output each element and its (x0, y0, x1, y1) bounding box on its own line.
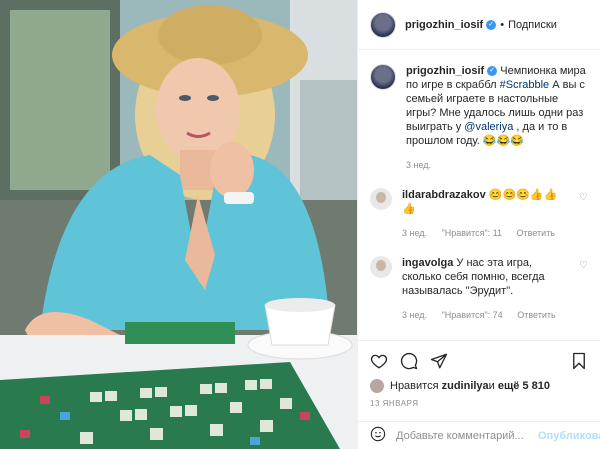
comment-likes[interactable]: "Нравится": 74 (442, 310, 503, 320)
likes-middle: и (488, 380, 495, 392)
hashtag-link[interactable]: #Scrabble (500, 79, 550, 91)
post-panel: prigozhin_iosif ✓ • Подписки prigozhin_i… (357, 0, 600, 449)
post-actions: Нравится zudinilya и ещё 5 810 13 января (358, 340, 600, 408)
bookmark-icon[interactable] (570, 352, 588, 370)
commenter-avatar[interactable] (370, 256, 392, 278)
share-icon[interactable] (430, 352, 448, 370)
liker-username[interactable]: zudinilya (442, 380, 489, 392)
likes-summary: Нравится zudinilya и ещё 5 810 (370, 379, 588, 393)
likes-prefix: Нравится (390, 380, 439, 392)
following-button[interactable]: Подписки (508, 19, 557, 31)
comment-input[interactable] (396, 429, 538, 442)
add-comment-bar: Опубликовать (358, 421, 600, 449)
heart-icon[interactable] (370, 352, 388, 370)
author-avatar[interactable] (370, 11, 396, 38)
likes-count-link[interactable]: ещё 5 810 (498, 380, 550, 392)
commenter-avatar[interactable] (370, 188, 392, 210)
comment-like-heart-icon[interactable]: ♡ (579, 192, 588, 203)
commenter-username[interactable]: ildarabdrazakov (402, 189, 486, 201)
post-header: prigozhin_iosif ✓ • Подписки (358, 0, 600, 50)
emoji-icon[interactable] (370, 426, 386, 445)
reply-button[interactable]: Ответить (517, 228, 555, 238)
action-icons (370, 349, 588, 373)
verified-badge-icon: ✓ (487, 66, 498, 77)
mention-link[interactable]: @valeriya (464, 121, 513, 133)
comment-item: ingavolga У нас эта игра, сколько себя п… (370, 256, 588, 322)
separator-dot: • (500, 18, 505, 31)
caption-time[interactable]: 3 нед. (406, 160, 431, 170)
comment-item: ildarabdrazakov 😊😊😊👍👍👍 3 нед. "Нравится"… (370, 188, 588, 240)
comment-icon[interactable] (400, 352, 418, 370)
comment-time[interactable]: 3 нед. (402, 228, 427, 238)
post-photo[interactable] (0, 0, 357, 449)
post-date[interactable]: 13 января (370, 399, 588, 408)
author-username[interactable]: prigozhin_iosif (405, 19, 483, 31)
verified-badge-icon: ✓ (486, 19, 497, 30)
comment-like-heart-icon[interactable]: ♡ (579, 260, 588, 271)
comment-meta: 3 нед. "Нравится": 74 Ответить (402, 308, 568, 322)
commenter-username[interactable]: ingavolga (402, 257, 453, 269)
publish-button[interactable]: Опубликовать (538, 430, 600, 442)
reply-button[interactable]: Ответить (517, 310, 555, 320)
photo-illustration (0, 0, 357, 449)
comment-likes[interactable]: "Нравится": 11 (442, 228, 502, 238)
comment-time[interactable]: 3 нед. (402, 310, 427, 320)
caption-author[interactable]: prigozhin_iosif (406, 65, 484, 77)
comments-section: prigozhin_iosif ✓ Чемпионка мира по игре … (358, 50, 600, 340)
caption-meta: 3 нед. (406, 158, 588, 172)
comment-meta: 3 нед. "Нравится": 11 Ответить (402, 226, 568, 240)
caption: prigozhin_iosif ✓ Чемпионка мира по игре … (370, 50, 588, 172)
caption-author-avatar[interactable] (370, 64, 396, 90)
liker-avatar[interactable] (370, 379, 384, 393)
